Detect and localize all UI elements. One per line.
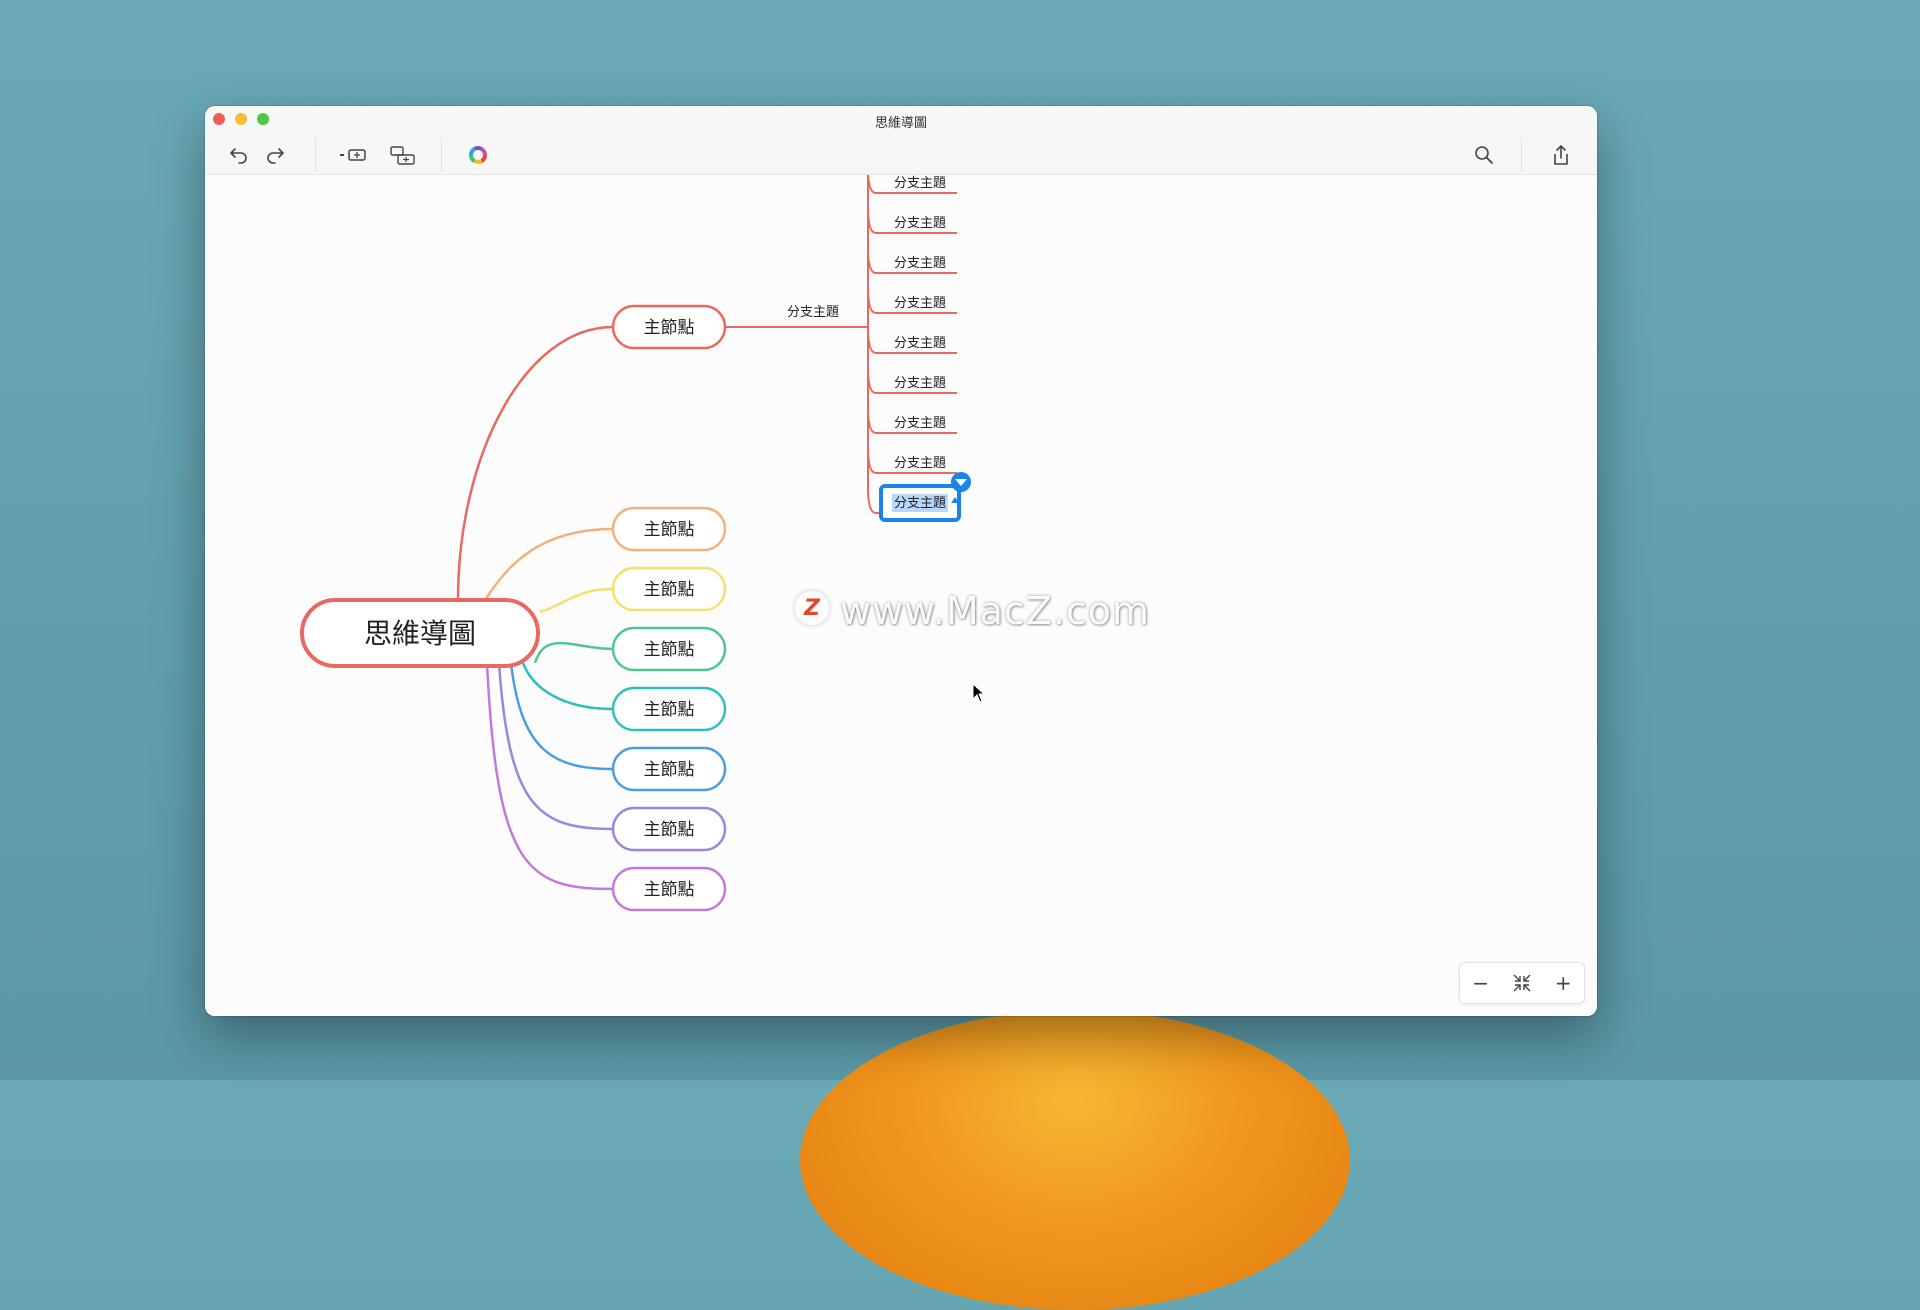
zoom-controls: − + <box>1459 962 1585 1004</box>
branch-connector <box>521 662 614 711</box>
watermark-logo: Z <box>795 591 829 625</box>
main-node-label: 主節點 <box>644 760 695 780</box>
toolbar-divider <box>315 138 316 172</box>
branch-connector <box>509 662 614 771</box>
branch-connector <box>539 587 614 614</box>
toolbar-divider <box>1521 138 1522 172</box>
theme-button[interactable] <box>462 140 494 170</box>
search-button[interactable] <box>1468 140 1500 170</box>
fit-to-screen-button[interactable] <box>1507 968 1537 998</box>
color-wheel-icon <box>469 146 487 164</box>
sub-branch-label[interactable]: 分支主題 <box>894 456 946 471</box>
sub-branch-label[interactable]: 分支主題 <box>894 256 946 271</box>
undo-icon <box>230 148 247 164</box>
sub-branch-label[interactable]: 分支主題 <box>894 296 946 311</box>
main-node-label: 主節點 <box>644 520 695 540</box>
mouse-cursor <box>972 683 986 703</box>
branch-connector <box>456 325 614 601</box>
insert-sibling-button[interactable] <box>337 140 369 170</box>
window-title: 思維導圖 <box>874 116 927 131</box>
search-icon <box>1475 146 1493 164</box>
zoom-out-button[interactable]: − <box>1466 968 1496 998</box>
zoom-in-button[interactable]: + <box>1548 968 1578 998</box>
sub-branch-label[interactable]: 分支主題 <box>894 216 946 231</box>
main-node-label: 主節點 <box>644 820 695 840</box>
sub-branch-label[interactable]: 分支主題 <box>894 416 946 431</box>
redo-button[interactable] <box>259 140 291 170</box>
app-window: 思維導圖 思維導圖 主節點 主節點 主節點 主節點 主節點 主節點 主節點 主節… <box>205 106 1597 1016</box>
main-node-label: 主節點 <box>644 318 695 338</box>
orange-background <box>800 1010 1350 1310</box>
branch-connector <box>485 662 614 891</box>
root-node-label: 思維導圖 <box>364 617 476 650</box>
watermark-text: www.MacZ.com <box>840 589 1151 633</box>
undo-button[interactable] <box>223 140 255 170</box>
main-node-label: 主節點 <box>644 640 695 660</box>
insert-child-icon <box>390 146 415 165</box>
main-node-label: 主節點 <box>644 880 695 900</box>
main-node-label: 主節點 <box>644 580 695 600</box>
branch-connector <box>483 527 614 601</box>
insert-sibling-icon <box>340 149 366 161</box>
titlebar: 思維導圖 <box>205 106 1597 175</box>
collapse-arrows-icon <box>1513 974 1531 992</box>
branch-connector <box>533 641 614 664</box>
share-button[interactable] <box>1545 140 1577 170</box>
mindmap-canvas[interactable]: 思維導圖 主節點 主節點 主節點 主節點 主節點 主節點 主節點 主節點 分支主題 分支主題 分支主題… <box>205 175 1597 1016</box>
insert-child-button[interactable] <box>387 140 419 170</box>
sub-branch-label[interactable]: 分支主題 <box>894 176 946 191</box>
redo-icon <box>267 148 284 164</box>
main-node-label: 主節點 <box>644 700 695 720</box>
share-icon <box>1554 145 1568 165</box>
toolbar-divider <box>441 138 442 172</box>
sub-branch-label[interactable]: 分支主題 <box>894 376 946 391</box>
sub-branch-label[interactable]: 分支主題 <box>894 496 946 511</box>
branch-topic-label[interactable]: 分支主題 <box>787 305 839 320</box>
sub-branch-label[interactable]: 分支主題 <box>894 336 946 351</box>
